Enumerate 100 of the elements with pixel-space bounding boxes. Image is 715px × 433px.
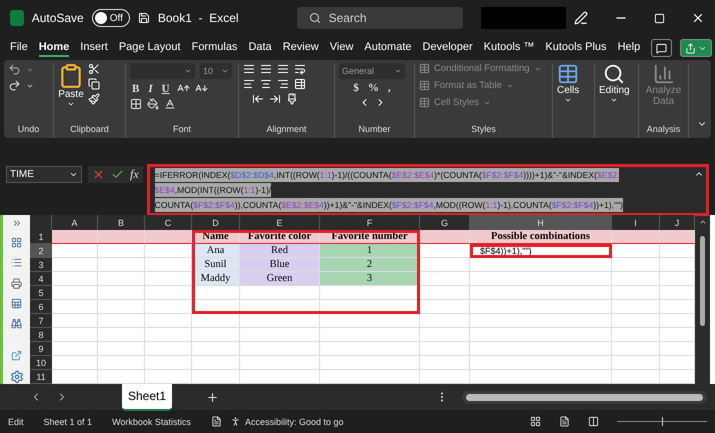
- sheet-cell[interactable]: [612, 244, 660, 258]
- sheet-cell[interactable]: [420, 314, 470, 328]
- sheet-cell[interactable]: [612, 272, 660, 286]
- align-right-icon[interactable]: [277, 78, 289, 90]
- bold-button[interactable]: B: [130, 82, 142, 94]
- sheet-cell[interactable]: [660, 258, 695, 272]
- sheet-cell[interactable]: [660, 286, 695, 300]
- sheet-cell[interactable]: [420, 370, 470, 384]
- sheet-cell[interactable]: [98, 342, 145, 356]
- sheet-cell[interactable]: [240, 328, 320, 342]
- align-center-icon[interactable]: [260, 78, 272, 90]
- row-header[interactable]: 6: [30, 300, 52, 314]
- search-field[interactable]: Search: [296, 7, 462, 29]
- menu-tab[interactable]: Kutools Plus: [545, 39, 607, 57]
- sheet-cell[interactable]: [240, 356, 320, 370]
- sheet-cell[interactable]: [420, 258, 470, 272]
- sheet-cell[interactable]: [98, 314, 145, 328]
- row-header[interactable]: 8: [30, 328, 52, 342]
- grid-icon[interactable]: [10, 237, 23, 248]
- paintbrush-icon[interactable]: [88, 93, 100, 105]
- sheet-cell[interactable]: [240, 370, 320, 384]
- menu-tab[interactable]: Insert: [80, 39, 108, 57]
- decrease-indent-icon[interactable]: [252, 93, 264, 105]
- sheet-cell[interactable]: [98, 230, 145, 244]
- align-middle-icon[interactable]: [260, 63, 272, 75]
- status-text[interactable]: Accessibility: Good to go: [244, 416, 344, 426]
- sheet-cell[interactable]: [52, 328, 98, 342]
- undo-icon[interactable]: [8, 63, 21, 76]
- select-all-corner[interactable]: [30, 215, 52, 230]
- sheet-cell[interactable]: [320, 342, 420, 356]
- scissors-icon[interactable]: [88, 63, 100, 75]
- vertical-scrollbar[interactable]: [695, 215, 710, 384]
- column-header[interactable]: I: [612, 215, 660, 230]
- sheet-cell[interactable]: [660, 230, 695, 244]
- settings-icon[interactable]: [8, 370, 24, 384]
- sheet-cell[interactable]: [660, 328, 695, 342]
- italic-button[interactable]: I: [146, 82, 155, 94]
- column-header[interactable]: F: [320, 215, 420, 230]
- sheet-cell[interactable]: [98, 272, 145, 286]
- cancel-icon[interactable]: [92, 168, 105, 181]
- cells-button[interactable]: Cells: [557, 63, 580, 124]
- wrap-text-icon[interactable]: [294, 63, 306, 75]
- sheet-cell[interactable]: [98, 370, 145, 384]
- scroll-up-icon[interactable]: [698, 218, 706, 226]
- fill-color-icon[interactable]: [147, 98, 159, 110]
- sheet-cell[interactable]: [192, 286, 240, 300]
- sheet-cell[interactable]: [470, 342, 612, 356]
- menu-tab[interactable]: Page Layout: [118, 39, 181, 57]
- sheet-cell[interactable]: [98, 328, 145, 342]
- sheet-cell[interactable]: [145, 258, 192, 272]
- binoculars-icon[interactable]: [10, 318, 23, 330]
- redo-icon[interactable]: [8, 79, 21, 92]
- column-header[interactable]: C: [145, 215, 192, 230]
- status-text[interactable]: Workbook Statistics: [112, 416, 191, 426]
- sheet-cell[interactable]: [660, 272, 695, 286]
- page-layout-icon[interactable]: [559, 416, 570, 427]
- page-break-icon[interactable]: [588, 416, 599, 427]
- font-color-icon[interactable]: [164, 98, 176, 110]
- normal-view-icon[interactable]: [530, 416, 541, 427]
- editing-button[interactable]: Editing: [599, 63, 630, 124]
- sheet-cell[interactable]: [470, 272, 612, 286]
- sheet-cell[interactable]: [98, 244, 145, 258]
- row-header[interactable]: 4: [30, 272, 52, 286]
- sheet-cell[interactable]: [320, 328, 420, 342]
- sheet-cell[interactable]: [660, 300, 695, 314]
- menu-tab[interactable]: Formulas: [192, 39, 238, 57]
- sheet-cell[interactable]: [52, 244, 98, 258]
- menu-tab[interactable]: Review: [282, 39, 319, 57]
- comma-button[interactable]: ,: [386, 82, 393, 94]
- align-top-icon[interactable]: [243, 63, 255, 75]
- align-bottom-icon[interactable]: [277, 63, 289, 75]
- sheet-cell[interactable]: [145, 342, 192, 356]
- maximize-icon[interactable]: [654, 12, 665, 24]
- table-icon[interactable]: [10, 298, 23, 309]
- sheet-cell[interactable]: [320, 356, 420, 370]
- sheet-cell[interactable]: [192, 314, 240, 328]
- save-icon[interactable]: [138, 11, 150, 25]
- sheet-cell[interactable]: [612, 258, 660, 272]
- insert-function-button[interactable]: fx: [130, 167, 139, 182]
- sheet-cell[interactable]: [660, 356, 695, 370]
- sheet-cell[interactable]: [470, 258, 612, 272]
- align-left-icon[interactable]: [243, 78, 255, 90]
- sheet-cell[interactable]: [420, 244, 470, 258]
- sheet-cell[interactable]: [98, 300, 145, 314]
- sheet-cell[interactable]: [52, 314, 98, 328]
- sheet-cell[interactable]: [145, 244, 192, 258]
- sheet-cell[interactable]: [470, 300, 612, 314]
- sheet-cell[interactable]: [192, 328, 240, 342]
- row-header[interactable]: 1: [30, 230, 52, 244]
- column-header[interactable]: J: [660, 215, 695, 230]
- sheet-cell[interactable]: [192, 370, 240, 384]
- sheet-cell[interactable]: [470, 356, 612, 370]
- close-icon[interactable]: [691, 11, 705, 25]
- merge-icon[interactable]: [294, 78, 306, 90]
- sheet-cell[interactable]: [98, 286, 145, 300]
- sheet-cell[interactable]: [145, 230, 192, 244]
- sheet-cell[interactable]: [612, 230, 660, 244]
- sheet-cell[interactable]: [420, 286, 470, 300]
- currency-button[interactable]: $: [351, 82, 361, 94]
- orientation-icon[interactable]: [286, 93, 298, 105]
